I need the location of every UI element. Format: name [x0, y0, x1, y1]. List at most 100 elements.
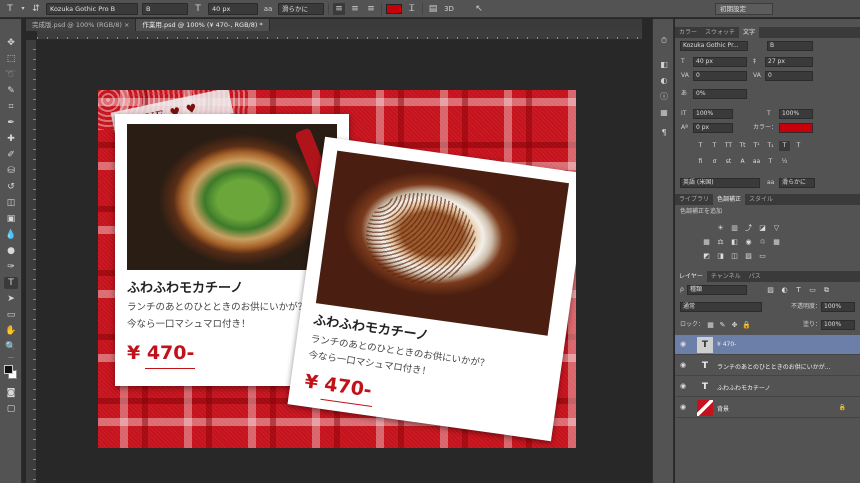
tab-completed[interactable]: 完成版.psd @ 100% (RGB/8) ×: [26, 19, 137, 31]
lasso-tool-icon[interactable]: ➰: [4, 69, 18, 81]
antialias-select[interactable]: 滑らかに: [278, 2, 324, 15]
leading-field[interactable]: 27 px: [765, 57, 813, 67]
filter-type-icon[interactable]: T: [793, 285, 804, 295]
eye-icon[interactable]: ◉: [680, 403, 686, 411]
3d-icon[interactable]: 3D: [443, 3, 455, 15]
alternates-icon[interactable]: A: [737, 157, 748, 167]
underline-icon[interactable]: T: [779, 141, 790, 151]
text-color-swatch[interactable]: [386, 3, 402, 14]
move-tool-icon[interactable]: ✥: [4, 37, 18, 49]
superscript-icon[interactable]: T¹: [751, 141, 762, 151]
character-panel-toggle-icon[interactable]: ▤: [427, 3, 439, 15]
history-icon[interactable]: ⏱: [658, 35, 670, 47]
filter-pixel-icon[interactable]: ▨: [765, 285, 776, 295]
eye-icon[interactable]: ◉: [680, 361, 686, 369]
curves-icon[interactable]: ⤴: [743, 223, 754, 233]
chevron-down-icon[interactable]: ▾: [20, 3, 26, 15]
tab-layers[interactable]: レイヤー: [675, 271, 707, 282]
invert-icon[interactable]: ◩: [701, 251, 712, 261]
tracking-field[interactable]: 0: [765, 71, 813, 81]
info-icon[interactable]: ⓘ: [658, 91, 670, 103]
more-tools-icon[interactable]: ···: [4, 353, 18, 365]
blur-tool-icon[interactable]: 💧: [4, 229, 18, 241]
lock-move-icon[interactable]: ✥: [729, 320, 740, 330]
tab-paths[interactable]: パス: [745, 271, 765, 282]
swash-icon[interactable]: st: [723, 157, 734, 167]
eye-icon[interactable]: ◉: [680, 382, 686, 390]
kerning-field[interactable]: 0: [693, 71, 747, 81]
foreground-color-swatch[interactable]: [4, 365, 13, 374]
baseline-field[interactable]: 0 px: [693, 123, 733, 133]
posterize-icon[interactable]: ◨: [715, 251, 726, 261]
lock-paint-icon[interactable]: ✎: [717, 320, 728, 330]
subscript-icon[interactable]: T₁: [765, 141, 776, 151]
adjust-icon[interactable]: ◐: [658, 75, 670, 87]
history-brush-tool-icon[interactable]: ↺: [4, 181, 18, 193]
gradient-map-icon[interactable]: ▭: [757, 251, 768, 261]
crop-tool-icon[interactable]: ⌗: [4, 101, 18, 113]
hand-tool-icon[interactable]: ✋: [4, 325, 18, 337]
font-family-select[interactable]: Kozuka Gothic Pr...: [680, 41, 748, 51]
hue-sat-icon[interactable]: ▦: [701, 237, 712, 247]
tab-channels[interactable]: チャンネル: [707, 271, 745, 282]
threshold-icon[interactable]: ◫: [729, 251, 740, 261]
vscale-field[interactable]: 100%: [693, 109, 733, 119]
bw-icon[interactable]: ◧: [729, 237, 740, 247]
photo-filter-icon[interactable]: ◉: [743, 237, 754, 247]
layer-row[interactable]: ◉ T ふわふわモカチーノ: [675, 377, 860, 397]
tab-swatches[interactable]: スウォッチ: [701, 27, 739, 38]
layer-row[interactable]: ◉ 背景 🔒: [675, 398, 860, 418]
brightness-icon[interactable]: ☀: [715, 223, 726, 233]
filter-smart-icon[interactable]: ⧉: [821, 285, 832, 295]
size-field[interactable]: 40 px: [693, 57, 747, 67]
layer-filter-select[interactable]: 種類: [687, 285, 747, 295]
eyedropper-tool-icon[interactable]: ✒: [4, 117, 18, 129]
paragraph-icon[interactable]: ¶: [658, 127, 670, 139]
eye-icon[interactable]: ◉: [680, 340, 686, 348]
vibrance-icon[interactable]: ▽: [771, 223, 782, 233]
tab-libraries[interactable]: ライブラリ: [675, 194, 713, 205]
font-size-field[interactable]: 40 px: [208, 2, 258, 15]
tab-working[interactable]: 作業用.psd @ 100% (¥ 470-, RGB/8) *: [136, 19, 270, 31]
color-swatch[interactable]: [779, 123, 813, 133]
shape-tool-icon[interactable]: ▭: [4, 309, 18, 321]
pen-tool-icon[interactable]: ✑: [4, 261, 18, 273]
titling-icon[interactable]: aa: [751, 157, 762, 167]
font-style-select[interactable]: B: [142, 2, 188, 15]
workspace-select[interactable]: 初期設定: [715, 2, 773, 15]
small-caps-icon[interactable]: Tt: [737, 141, 748, 151]
layer-name[interactable]: ¥ 470-: [717, 341, 847, 348]
align-right-icon[interactable]: ≡: [365, 3, 377, 15]
layer-row[interactable]: ◉ T ランチのあとのひとときのお供にいかが...: [675, 356, 860, 376]
type-tool-icon[interactable]: T: [4, 3, 16, 15]
document-canvas[interactable]: LOVE ♥ ♥ ふわふわモカチーノ ランチのあとのひとときのお供にいかが？ 今…: [98, 90, 576, 448]
filter-shape-icon[interactable]: ▭: [807, 285, 818, 295]
tab-styles[interactable]: スタイル: [745, 194, 777, 205]
warp-text-icon[interactable]: Ꮖ: [406, 3, 418, 15]
screen-mode-icon[interactable]: ▢: [4, 403, 18, 415]
fraction-icon[interactable]: ½: [779, 157, 790, 167]
exposure-icon[interactable]: ◪: [757, 223, 768, 233]
tab-color[interactable]: カラー: [675, 27, 701, 38]
lock-all-icon[interactable]: 🔒: [741, 320, 752, 330]
ordinal-icon[interactable]: T: [765, 157, 776, 167]
zoom-tool-icon[interactable]: 🔍: [4, 341, 18, 353]
layer-name[interactable]: 背景: [717, 404, 847, 413]
blend-mode-select[interactable]: 通常: [680, 302, 762, 312]
fill-field[interactable]: 100%: [821, 320, 855, 330]
antialias-select[interactable]: 滑らかに: [779, 178, 815, 188]
tab-character[interactable]: 文字: [739, 27, 760, 38]
filter-adjust-icon[interactable]: ◐: [779, 285, 790, 295]
color-lookup-icon[interactable]: ▦: [771, 237, 782, 247]
marquee-tool-icon[interactable]: ⬚: [4, 53, 18, 65]
layer-name[interactable]: ランチのあとのひとときのお供にいかが...: [717, 362, 847, 371]
gradient-tool-icon[interactable]: ▣: [4, 213, 18, 225]
old-style-icon[interactable]: ơ: [709, 157, 720, 167]
strikethrough-icon[interactable]: T: [793, 141, 804, 151]
ligature-icon[interactable]: fi: [695, 157, 706, 167]
channel-mixer-icon[interactable]: ♲: [757, 237, 768, 247]
font-style-select[interactable]: B: [767, 41, 813, 51]
brush-tool-icon[interactable]: ✐: [4, 149, 18, 161]
stamp-tool-icon[interactable]: ⛁: [4, 165, 18, 177]
navigator-icon[interactable]: ▦: [658, 107, 670, 119]
